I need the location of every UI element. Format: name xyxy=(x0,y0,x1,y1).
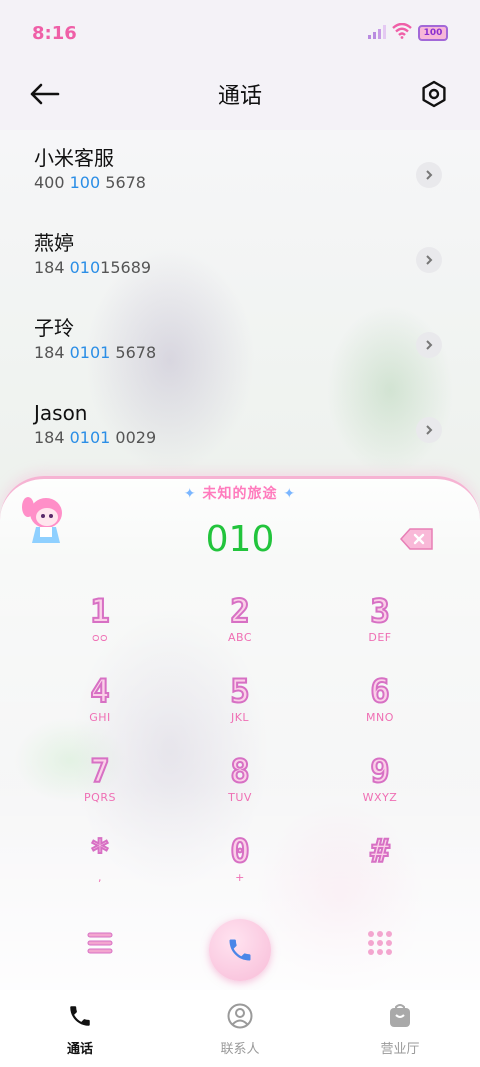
contact-name: 小米客服 xyxy=(34,146,114,170)
key-digit: 9 xyxy=(369,752,390,790)
key-digit: 3 xyxy=(369,592,390,630)
settings-button[interactable] xyxy=(418,78,450,110)
keypad-grid-icon xyxy=(368,931,392,955)
contact-name: 燕婷 xyxy=(34,231,74,255)
contact-number: 184 0101 5678 xyxy=(34,343,157,362)
key-1[interactable]: 1 ᴑᴑ xyxy=(30,589,170,669)
recent-call-item[interactable]: 子玲 184 0101 5678 xyxy=(0,300,480,385)
key-digit: 7 xyxy=(89,752,110,790)
back-button[interactable] xyxy=(28,78,64,110)
key-6[interactable]: 6 MNO xyxy=(310,669,450,749)
contact-name: Jason xyxy=(34,401,88,425)
recent-call-item[interactable]: 小米客服 400 100 5678 xyxy=(0,130,480,215)
key-letters: JKL xyxy=(230,711,250,724)
key-letters: TUV xyxy=(228,791,252,804)
key-letters: GHI xyxy=(89,711,111,724)
contact-detail-button[interactable] xyxy=(416,247,442,273)
key-letters: PQRS xyxy=(84,791,116,804)
key-hash[interactable]: # xyxy=(310,829,450,909)
key-digit: # xyxy=(369,832,390,870)
key-8[interactable]: 8 TUV xyxy=(170,749,310,829)
dial-keypad: 1 ᴑᴑ 2 ABC 3 DEF 4 GHI 5 JKL 6 MNO 7 PQR… xyxy=(30,589,450,909)
recent-call-item[interactable]: Jason 184 0101 0029 xyxy=(0,385,480,470)
contact-name: 子玲 xyxy=(34,316,74,340)
nav-store[interactable]: 营业厅 xyxy=(320,990,480,1067)
chevron-right-icon xyxy=(426,340,433,350)
status-icons: 100 xyxy=(368,22,448,43)
key-digit: 5 xyxy=(229,672,250,710)
contact-number: 184 0101 0029 xyxy=(34,428,157,447)
key-letters: + xyxy=(235,871,245,884)
banner-text: 未知的旅途 xyxy=(202,486,278,502)
menu-button[interactable] xyxy=(86,929,114,957)
chevron-right-icon xyxy=(426,255,433,265)
key-5[interactable]: 5 JKL xyxy=(170,669,310,749)
recent-calls-list: 小米客服 400 100 5678 燕婷 184 01015689 子玲 184… xyxy=(0,130,480,470)
nav-label: 通话 xyxy=(66,1042,93,1057)
chevron-right-icon xyxy=(426,425,433,435)
key-digit: * xyxy=(89,832,110,870)
key-letters: , xyxy=(98,871,102,884)
key-digit: 4 xyxy=(89,672,110,710)
key-letters: WXYZ xyxy=(362,791,398,804)
key-digit: 6 xyxy=(369,672,390,710)
contact-detail-button[interactable] xyxy=(416,162,442,188)
menu-icon xyxy=(87,932,113,954)
back-arrow-icon xyxy=(30,83,60,105)
nav-label: 联系人 xyxy=(220,1042,260,1057)
contact-number: 184 01015689 xyxy=(34,258,152,277)
sparkle-icon: ✦ xyxy=(283,486,297,502)
dialer-actions xyxy=(0,919,480,985)
battery-icon: 100 xyxy=(418,25,448,41)
key-digit: 2 xyxy=(229,592,250,630)
key-0[interactable]: 0 + xyxy=(170,829,310,909)
key-4[interactable]: 4 GHI xyxy=(30,669,170,749)
key-digit: 0 xyxy=(229,832,250,870)
phone-icon xyxy=(229,939,251,961)
key-9[interactable]: 9 WXYZ xyxy=(310,749,450,829)
nav-contacts[interactable]: 联系人 xyxy=(160,990,320,1067)
key-letters: DEF xyxy=(368,631,392,644)
contacts-icon xyxy=(226,1002,254,1030)
status-time: 8:16 xyxy=(32,22,77,44)
chevron-right-icon xyxy=(426,170,433,180)
key-2[interactable]: 2 ABC xyxy=(170,589,310,669)
contact-detail-button[interactable] xyxy=(416,417,442,443)
backspace-button[interactable] xyxy=(399,527,434,551)
phone-icon xyxy=(66,1002,94,1030)
call-button[interactable] xyxy=(209,919,271,981)
sparkle-icon: ✦ xyxy=(183,486,197,502)
voicemail-icon: ᴑᴑ xyxy=(91,631,109,644)
key-letters: MNO xyxy=(366,711,394,724)
settings-icon xyxy=(422,80,446,108)
contact-detail-button[interactable] xyxy=(416,332,442,358)
nav-label: 营业厅 xyxy=(380,1042,420,1057)
store-bag-icon xyxy=(386,1002,414,1030)
header: 通话 xyxy=(0,66,480,122)
bottom-nav: 通话 联系人 营业厅 xyxy=(0,990,480,1067)
key-digit: 8 xyxy=(229,752,250,790)
page-title: 通话 xyxy=(217,84,262,109)
recent-call-item[interactable]: 燕婷 184 01015689 xyxy=(0,215,480,300)
dialer-panel: ✦ 未知的旅途 ✦ 010 1 ᴑᴑ 2 ABC 3 DEF 4 GHI 5 J… xyxy=(0,476,480,990)
wifi-icon xyxy=(392,22,412,43)
key-digit: 1 xyxy=(89,592,110,630)
status-bar: 8:16 100 xyxy=(0,0,480,66)
nav-calls[interactable]: 通话 xyxy=(0,990,160,1067)
key-3[interactable]: 3 DEF xyxy=(310,589,450,669)
key-star[interactable]: * , xyxy=(30,829,170,909)
backspace-icon xyxy=(399,528,433,550)
signal-icon xyxy=(368,24,386,43)
keypad-toggle-button[interactable] xyxy=(366,929,394,957)
key-7[interactable]: 7 PQRS xyxy=(30,749,170,829)
contact-number: 400 100 5678 xyxy=(34,173,146,192)
key-letters: ABC xyxy=(227,631,253,644)
